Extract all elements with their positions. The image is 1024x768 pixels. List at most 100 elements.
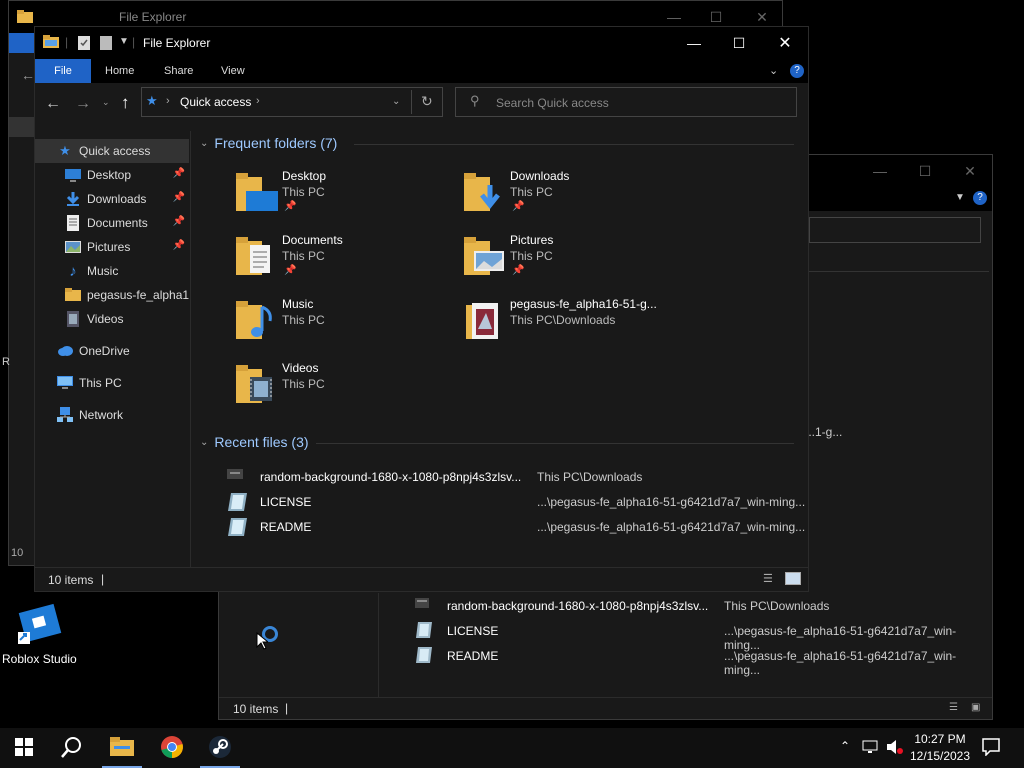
folder-tile-desktop[interactable]: Desktop This PC 📌 [236, 167, 456, 227]
folder-tile-pegasus[interactable]: pegasus-fe_alpha16-51-g... This PC\Downl… [464, 295, 684, 355]
download-icon [65, 191, 81, 207]
up-icon[interactable]: ↑ [121, 93, 130, 113]
address-location[interactable]: Quick access [180, 95, 251, 109]
folder-tile-music[interactable]: Music This PC [236, 295, 456, 355]
background-recent-name[interactable]: LICENSE [447, 624, 498, 638]
background-search-box[interactable] [809, 217, 981, 243]
document-file-icon [226, 517, 247, 537]
chevron-down-icon[interactable]: ▼ [955, 192, 965, 203]
frequent-folders-header[interactable]: ⌄ Frequent folders (7) [200, 135, 337, 151]
steam-taskbar-button[interactable] [196, 728, 244, 768]
folder-location: This PC [282, 249, 325, 263]
expand-ribbon-icon[interactable]: ⌄ [769, 64, 778, 77]
network-status-icon[interactable] [862, 739, 880, 758]
back-arrow-icon[interactable]: ← [21, 67, 35, 83]
pin-icon[interactable]: 📌 [173, 168, 185, 179]
help-icon[interactable]: ? [790, 64, 804, 78]
pin-icon[interactable]: 📌 [173, 240, 185, 251]
maximize-icon[interactable]: ☐ [902, 155, 948, 187]
group-title: Frequent folders (7) [214, 135, 338, 151]
nav-item-network[interactable]: Network [35, 403, 189, 427]
address-bar[interactable]: ★ › Quick access › ⌄ ↻ [141, 87, 443, 117]
folder-tile-downloads[interactable]: Downloads This PC 📌 [464, 167, 684, 227]
folder-icon [65, 287, 81, 303]
tab-file[interactable]: File [35, 59, 91, 83]
recent-file-row[interactable]: README ...\pegasus-fe_alpha16-51-g6421d7… [192, 514, 808, 539]
status-item-count: 10 items [48, 573, 94, 587]
tab-home[interactable]: Home [93, 59, 146, 83]
nav-item-onedrive[interactable]: OneDrive [35, 339, 189, 363]
taskbar: ⌃ 10:27 PM 12/15/2023 [0, 728, 1024, 768]
nav-item-this-pc[interactable]: This PC [35, 371, 189, 395]
back-icon[interactable]: ← [45, 95, 61, 113]
background-file-tab[interactable] [9, 33, 35, 53]
nav-item-documents[interactable]: Documents 📌 [35, 211, 189, 235]
details-view-icon[interactable]: ☰ [763, 572, 773, 585]
folder-location: This PC\Downloads [510, 313, 616, 327]
nav-item-downloads[interactable]: Downloads 📌 [35, 187, 189, 211]
background-status-count: 10 items [233, 702, 279, 716]
show-hidden-icons-icon[interactable]: ⌃ [840, 739, 850, 753]
search-box[interactable]: ⚲ Search Quick access [455, 87, 797, 117]
refresh-icon[interactable]: ↻ [421, 93, 433, 110]
search-placeholder: Search Quick access [496, 96, 609, 110]
desktop-icon-roblox-studio[interactable]: Roblox Studio [2, 600, 78, 670]
nav-item-pictures[interactable]: Pictures 📌 [35, 235, 189, 259]
tab-view[interactable]: View [209, 59, 257, 83]
nav-item-videos[interactable]: Videos [35, 307, 189, 331]
properties-icon[interactable] [77, 35, 91, 54]
search-button[interactable] [48, 728, 96, 768]
divider [809, 271, 989, 272]
close-icon[interactable]: ✕ [762, 27, 808, 59]
nav-item-desktop[interactable]: Desktop 📌 [35, 163, 189, 187]
recent-file-row[interactable]: LICENSE ...\pegasus-fe_alpha16-51-g6421d… [192, 489, 808, 514]
nav-item-label: Downloads [87, 192, 147, 206]
document-file-icon [414, 620, 434, 640]
tab-share[interactable]: Share [152, 59, 205, 83]
minimize-icon[interactable]: — [857, 155, 903, 187]
minimize-icon[interactable]: — [671, 27, 717, 59]
recent-file-row[interactable]: random-background-1680-x-1080-p8npj4s3zl… [192, 464, 808, 489]
help-icon[interactable]: ? [973, 191, 987, 205]
chevron-right-icon: › [166, 95, 170, 107]
address-dropdown-icon[interactable]: ⌄ [392, 96, 400, 107]
start-button[interactable] [0, 728, 48, 768]
notifications-icon[interactable] [982, 738, 1000, 759]
chrome-taskbar-button[interactable] [148, 728, 196, 768]
image-file-icon [226, 467, 246, 487]
folder-tile-pictures[interactable]: Pictures This PC 📌 [464, 231, 684, 291]
pin-icon[interactable]: 📌 [173, 192, 185, 203]
volume-muted-icon[interactable] [886, 739, 904, 758]
background-recent-name[interactable]: README [447, 649, 498, 663]
customize-dropdown-icon[interactable]: ▼ [119, 36, 129, 47]
background-partial-text: ...1-g... [805, 425, 843, 439]
file-explorer-window: | ▼ | File Explorer — ☐ ✕ File Home Shar… [34, 26, 809, 592]
close-icon[interactable]: ✕ [947, 155, 993, 187]
background-recent-name[interactable]: random-background-1680-x-1080-p8npj4s3zl… [447, 599, 708, 613]
folder-icon [17, 9, 33, 24]
forward-icon[interactable]: → [75, 95, 91, 113]
background-selected-item [9, 117, 35, 137]
background-recent-path: ...\pegasus-fe_alpha16-51-g6421d7a7_win-… [724, 624, 957, 652]
nav-item-music[interactable]: ♪ Music [35, 259, 189, 283]
clock-time[interactable]: 10:27 PM [912, 732, 968, 746]
folder-location: This PC [510, 185, 553, 199]
recent-files-header[interactable]: ⌄ Recent files (3) [200, 434, 309, 450]
pin-icon[interactable]: 📌 [173, 216, 185, 227]
chevron-right-icon[interactable]: › [256, 95, 260, 107]
folder-tile-videos[interactable]: Videos This PC [236, 359, 456, 419]
file-explorer-taskbar-button[interactable] [98, 728, 146, 768]
maximize-icon[interactable]: ☐ [716, 27, 762, 59]
details-view-icon[interactable]: ☰ [949, 702, 958, 713]
new-folder-icon[interactable] [99, 35, 113, 54]
nav-item-pegasus[interactable]: pegasus-fe_alpha16 [35, 283, 189, 307]
recent-locations-icon[interactable]: ⌄ [102, 97, 110, 108]
document-file-icon [414, 645, 434, 665]
nav-item-quick-access[interactable]: ★ Quick access [35, 139, 189, 163]
folder-tile-documents[interactable]: Documents This PC 📌 [236, 231, 456, 291]
clock-date[interactable]: 12/15/2023 [908, 749, 972, 763]
background-status-left: 10 [11, 547, 24, 559]
tiles-view-icon[interactable] [785, 572, 801, 585]
desktop-icon-label: Roblox Studio [2, 652, 77, 666]
tiles-view-icon[interactable]: ▣ [971, 702, 980, 713]
